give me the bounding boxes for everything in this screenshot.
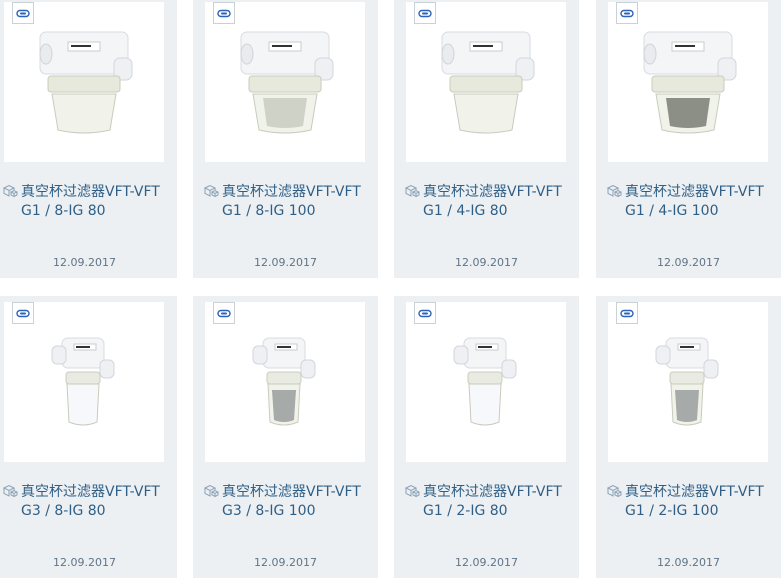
3d-model-icon[interactable] (12, 302, 34, 324)
product-thumbnail[interactable] (205, 302, 365, 462)
product-title-line2: G1 / 8-IG 100 (222, 203, 316, 219)
vacuum-filter-image (240, 31, 334, 134)
product-thumbnail[interactable] (205, 2, 365, 162)
product-card[interactable]: 真空杯过滤器VFT-VFT G1 / 4-IG 100 12.09.2017 (596, 0, 781, 278)
3d-model-icon[interactable] (414, 2, 436, 24)
product-card[interactable]: 真空杯过滤器VFT-VFT G3 / 8-IG 80 12.09.2017 (0, 296, 177, 578)
product-title-link[interactable]: 真空杯过滤器VFT-VFT G1 / 4-IG 80 (404, 183, 574, 221)
cube-icon (404, 184, 420, 198)
product-card[interactable]: 真空杯过滤器VFT-VFT G1 / 2-IG 100 12.09.2017 (596, 296, 781, 578)
vacuum-filter-image (252, 337, 316, 426)
product-title-line2: G1 / 2-IG 100 (625, 503, 719, 519)
product-date: 12.09.2017 (53, 556, 116, 569)
3d-model-icon[interactable] (213, 302, 235, 324)
cube-icon (2, 484, 18, 498)
product-grid: 真空杯过滤器VFT-VFT G1 / 8-IG 80 12.09.2017 真空… (0, 0, 782, 585)
product-title-line1: 真空杯过滤器VFT-VFT (423, 484, 562, 500)
cube-icon (203, 484, 219, 498)
product-title-line1: 真空杯过滤器VFT-VFT (21, 484, 160, 500)
product-title-link[interactable]: 真空杯过滤器VFT-VFT G3 / 8-IG 80 (2, 483, 172, 521)
cube-icon (606, 484, 622, 498)
product-card[interactable]: 真空杯过滤器VFT-VFT G1 / 4-IG 80 12.09.2017 (394, 0, 579, 278)
product-card[interactable]: 真空杯过滤器VFT-VFT G1 / 8-IG 100 12.09.2017 (193, 0, 378, 278)
vacuum-filter-image (39, 31, 133, 134)
vacuum-filter-image (51, 337, 115, 426)
product-title-link[interactable]: 真空杯过滤器VFT-VFT G1 / 8-IG 100 (203, 183, 373, 221)
3d-model-icon[interactable] (616, 302, 638, 324)
product-title-link[interactable]: 真空杯过滤器VFT-VFT G1 / 8-IG 80 (2, 183, 172, 221)
product-thumbnail[interactable] (4, 2, 164, 162)
product-card[interactable]: 真空杯过滤器VFT-VFT G1 / 2-IG 80 12.09.2017 (394, 296, 579, 578)
product-title-line2: G1 / 4-IG 80 (423, 203, 508, 219)
vacuum-filter-image (441, 31, 535, 134)
product-title-line2: G1 / 2-IG 80 (423, 503, 508, 519)
product-title-line2: G3 / 8-IG 80 (21, 503, 106, 519)
product-title-line1: 真空杯过滤器VFT-VFT (625, 484, 764, 500)
cube-icon (2, 184, 18, 198)
vacuum-filter-image (655, 337, 719, 426)
product-date: 12.09.2017 (657, 556, 720, 569)
product-title-link[interactable]: 真空杯过滤器VFT-VFT G3 / 8-IG 100 (203, 483, 373, 521)
product-title-line2: G1 / 8-IG 80 (21, 203, 106, 219)
product-card[interactable]: 真空杯过滤器VFT-VFT G3 / 8-IG 100 12.09.2017 (193, 296, 378, 578)
product-thumbnail[interactable] (406, 302, 566, 462)
vacuum-filter-image (453, 337, 517, 426)
cube-icon (404, 484, 420, 498)
cube-icon (606, 184, 622, 198)
3d-model-icon[interactable] (414, 302, 436, 324)
product-title-link[interactable]: 真空杯过滤器VFT-VFT G1 / 4-IG 100 (606, 183, 776, 221)
product-title-line1: 真空杯过滤器VFT-VFT (21, 184, 160, 200)
product-thumbnail[interactable] (4, 302, 164, 462)
3d-model-icon[interactable] (12, 2, 34, 24)
product-title-link[interactable]: 真空杯过滤器VFT-VFT G1 / 2-IG 80 (404, 483, 574, 521)
product-title-line1: 真空杯过滤器VFT-VFT (625, 184, 764, 200)
product-title-line2: G1 / 4-IG 100 (625, 203, 719, 219)
cube-icon (203, 184, 219, 198)
product-date: 12.09.2017 (657, 256, 720, 269)
product-date: 12.09.2017 (254, 256, 317, 269)
3d-model-icon[interactable] (616, 2, 638, 24)
product-thumbnail[interactable] (608, 2, 768, 162)
vacuum-filter-image (643, 31, 737, 134)
product-title-line1: 真空杯过滤器VFT-VFT (222, 484, 361, 500)
product-card[interactable]: 真空杯过滤器VFT-VFT G1 / 8-IG 80 12.09.2017 (0, 0, 177, 278)
product-thumbnail[interactable] (406, 2, 566, 162)
product-title-line1: 真空杯过滤器VFT-VFT (222, 184, 361, 200)
3d-model-icon[interactable] (213, 2, 235, 24)
product-title-line2: G3 / 8-IG 100 (222, 503, 316, 519)
product-title-link[interactable]: 真空杯过滤器VFT-VFT G1 / 2-IG 100 (606, 483, 776, 521)
product-thumbnail[interactable] (608, 302, 768, 462)
product-date: 12.09.2017 (254, 556, 317, 569)
product-title-line1: 真空杯过滤器VFT-VFT (423, 184, 562, 200)
product-date: 12.09.2017 (455, 256, 518, 269)
product-date: 12.09.2017 (455, 556, 518, 569)
product-date: 12.09.2017 (53, 256, 116, 269)
